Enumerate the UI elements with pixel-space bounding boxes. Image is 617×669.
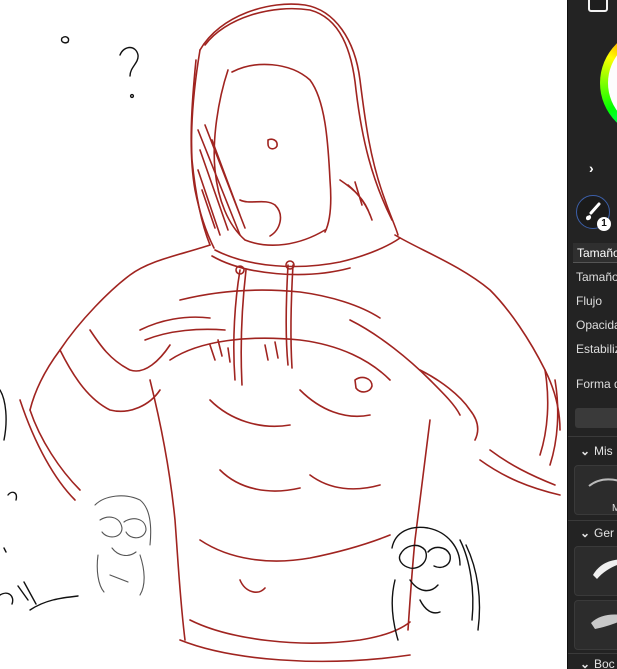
sketch-artwork [0, 3, 561, 663]
property-opacity-label: Opacidad [576, 318, 617, 332]
brush-count-badge: 1 [597, 217, 611, 231]
panel-divider [568, 653, 617, 654]
drawing-canvas[interactable] [0, 0, 567, 669]
section-header-general[interactable]: ⌄ Ger [580, 526, 614, 540]
brush-stroke-preview [593, 559, 617, 579]
tool-properties-panel: › 1 Tamaño Tamaño Flujo Opacidad Estabil… [567, 0, 617, 669]
chevron-down-icon: ⌄ [580, 526, 591, 540]
brush-preset-tile[interactable] [574, 546, 617, 596]
panel-divider [568, 520, 617, 521]
brush-stroke-preview [591, 614, 617, 629]
brush-shape-field[interactable] [575, 408, 617, 428]
section-header-sketch[interactable]: ⌄ Boc [580, 657, 615, 669]
brush-preset-tile[interactable] [574, 600, 617, 650]
gray-sketch-doodle [94, 495, 152, 596]
brush-stroke-preview [588, 478, 617, 487]
black-ink-marks [0, 36, 481, 641]
brush-tile-caption: M [612, 503, 617, 514]
chevron-down-icon: ⌄ [580, 657, 591, 669]
chevron-right-icon[interactable]: › [589, 160, 594, 176]
color-wheel[interactable] [600, 28, 617, 138]
chevron-down-icon: ⌄ [580, 444, 591, 458]
foreground-color-swatch[interactable] [588, 0, 608, 12]
properties-tab-size[interactable]: Tamaño [573, 243, 617, 263]
panel-divider [568, 436, 617, 437]
red-sketch-strokes [19, 3, 561, 663]
brush-preset-tile[interactable] [574, 465, 617, 515]
property-size-label: Tamaño [576, 270, 617, 284]
color-wheel-center[interactable] [608, 36, 617, 130]
brush-shape-label: Forma d [576, 377, 617, 391]
section-header-my-brushes[interactable]: ⌄ Mis [580, 444, 613, 458]
property-stabilizer-label: Estabiliz [576, 342, 617, 356]
property-flow-label: Flujo [576, 294, 603, 308]
